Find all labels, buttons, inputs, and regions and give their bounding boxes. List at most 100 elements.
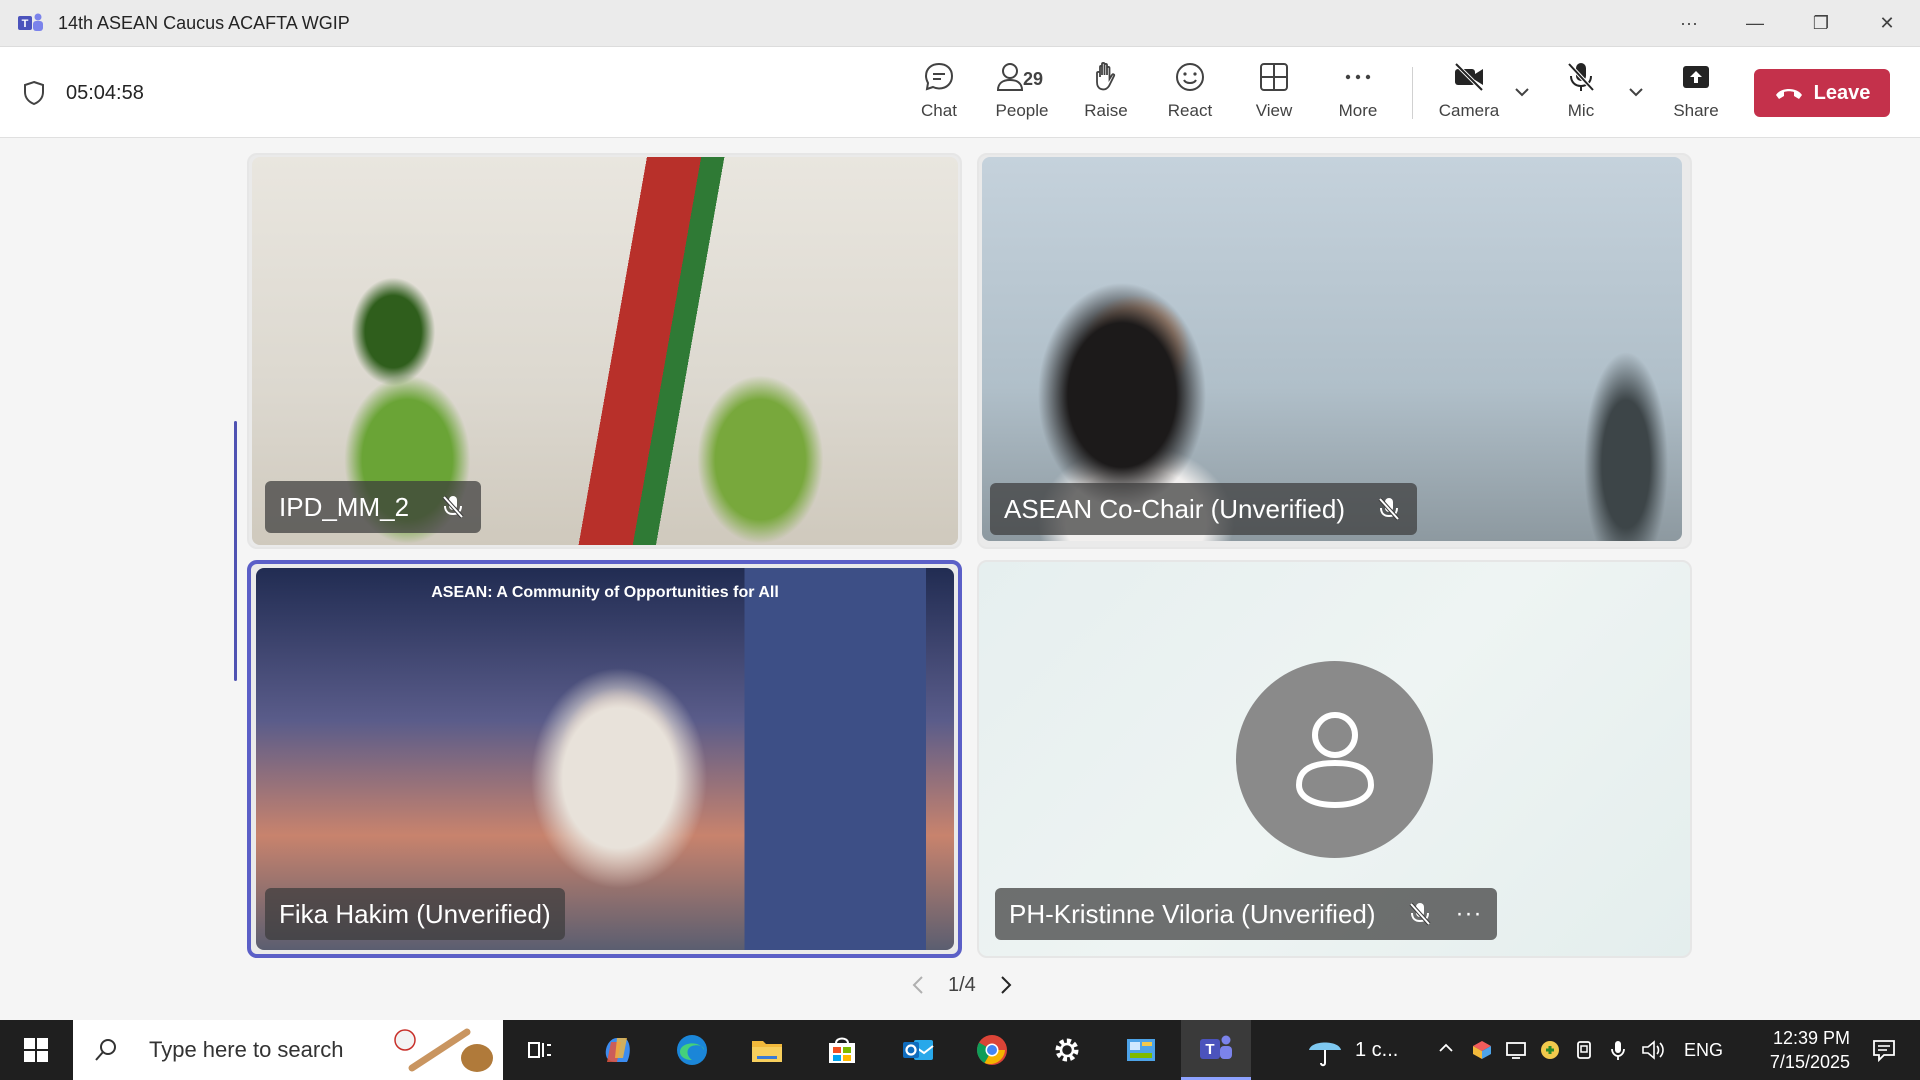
- more-label: More: [1338, 101, 1378, 120]
- mic-off-icon: [1409, 902, 1431, 926]
- mic-label: Mic: [1567, 101, 1595, 120]
- previous-page-chevron-left-icon[interactable]: [906, 972, 932, 998]
- participant-name: Fika Hakim (Unverified): [279, 898, 551, 929]
- leave-label: Leave: [1813, 81, 1871, 104]
- microsoft-store-app[interactable]: [820, 1028, 864, 1072]
- volume-icon[interactable]: [1640, 1038, 1666, 1062]
- system-tray: ENG: [1436, 1020, 1723, 1080]
- share-button[interactable]: Share: [1673, 59, 1719, 129]
- device-tray-icon[interactable]: [1572, 1038, 1596, 1062]
- camera-button[interactable]: Camera: [1438, 59, 1500, 129]
- windows-logo-icon: [24, 1038, 48, 1062]
- share-label: Share: [1673, 101, 1719, 120]
- video-stage: IPD_MM_2 ASEAN Co-Chair (Unverified) ASE…: [0, 139, 1920, 1019]
- participant-name-chip: IPD_MM_2: [265, 481, 482, 533]
- mic-off-icon: [1378, 497, 1400, 521]
- taskbar-search-box[interactable]: Type here to search: [73, 1020, 503, 1080]
- notifications-button[interactable]: [1854, 1020, 1914, 1080]
- more-options-button[interactable]: ···: [1656, 0, 1722, 47]
- windows-taskbar: Type here to search T 1 c... ENG 12:39 P…: [0, 1020, 1920, 1080]
- raise-hand-icon: [1096, 61, 1116, 91]
- mic-options-chevron-down-icon[interactable]: [1626, 82, 1646, 102]
- clock-time: 12:39 PM: [1772, 1028, 1850, 1048]
- edge-browser-app[interactable]: [670, 1028, 714, 1072]
- display-tray-icon[interactable]: [1504, 1038, 1528, 1062]
- title-bar: T 14th ASEAN Caucus ACAFTA WGIP ··· — ❐ …: [0, 0, 1920, 47]
- mic-off-icon: [442, 495, 464, 519]
- mic-button[interactable]: Mic: [1563, 59, 1599, 129]
- svg-text:T: T: [1205, 1041, 1214, 1058]
- grid-view-icon: [1260, 63, 1288, 91]
- participant-name: IPD_MM_2: [279, 491, 410, 522]
- search-placeholder: Type here to search: [149, 1037, 344, 1062]
- teams-app[interactable]: T: [1181, 1020, 1251, 1080]
- teams-icon: T: [1200, 1035, 1232, 1059]
- view-button[interactable]: View: [1254, 59, 1294, 129]
- clock-date: 7/15/2025: [1769, 1052, 1850, 1072]
- edge-icon: [677, 1035, 707, 1065]
- weather-text: 1 c...: [1355, 1038, 1399, 1061]
- teams-logo-icon: T: [18, 13, 43, 31]
- hang-up-icon: [1775, 89, 1802, 99]
- security-tray-icon[interactable]: [1538, 1038, 1562, 1062]
- file-explorer-app[interactable]: [745, 1028, 789, 1072]
- input-language[interactable]: ENG: [1684, 1040, 1723, 1061]
- participant-name: PH-Kristinne Viloria (Unverified): [1009, 898, 1376, 929]
- ellipsis-icon: [1345, 74, 1371, 80]
- stage-indicator: [234, 421, 237, 681]
- svg-text:T: T: [22, 18, 29, 30]
- taskbar-clock[interactable]: 12:39 PM 7/15/2025: [1730, 1026, 1850, 1074]
- microphone-tray-icon[interactable]: [1606, 1038, 1630, 1062]
- more-button[interactable]: More: [1336, 59, 1380, 129]
- gallery-pager: 1/4: [906, 972, 1018, 998]
- participant-name-chip: Fika Hakim (Unverified): [265, 888, 565, 940]
- share-screen-icon: [1683, 66, 1709, 88]
- close-button[interactable]: ✕: [1854, 0, 1920, 47]
- camera-options-chevron-down-icon[interactable]: [1512, 82, 1532, 102]
- shield-icon: [24, 80, 44, 106]
- task-view-icon: [528, 1042, 551, 1058]
- control-panel-app[interactable]: [1119, 1028, 1163, 1072]
- meeting-toolbar: 05:04:58 Chat 29 People Raise React View…: [0, 47, 1920, 138]
- camera-label: Camera: [1438, 101, 1500, 120]
- window-title: 14th ASEAN Caucus ACAFTA WGIP: [58, 12, 350, 33]
- chrome-icon: [976, 1035, 1007, 1065]
- participant-more-options-button[interactable]: ···: [1456, 900, 1483, 928]
- settings-app[interactable]: [1045, 1028, 1089, 1072]
- search-icon: [95, 1039, 116, 1061]
- person-icon: [1295, 711, 1374, 808]
- next-page-chevron-right-icon[interactable]: [992, 972, 1018, 998]
- raise-label: Raise: [1084, 101, 1128, 120]
- chat-button[interactable]: Chat: [919, 59, 959, 129]
- view-label: View: [1255, 101, 1293, 120]
- smiley-icon: [1176, 63, 1204, 91]
- mic-off-icon: [1567, 62, 1595, 92]
- participant-name-chip: PH-Kristinne Viloria (Unverified) ···: [995, 888, 1497, 940]
- virtual-background-banner: ASEAN: A Community of Opportunities for …: [431, 584, 779, 601]
- toolbar-divider: [1412, 67, 1413, 119]
- chat-label: Chat: [921, 101, 957, 120]
- umbrella-icon: [1309, 1042, 1341, 1067]
- weather-widget[interactable]: 1 c...: [1305, 1020, 1398, 1080]
- meeting-timer: 05:04:58: [66, 82, 144, 104]
- react-button[interactable]: React: [1167, 59, 1213, 129]
- participant-name-chip: ASEAN Co-Chair (Unverified): [990, 483, 1417, 535]
- people-button[interactable]: 29 People: [993, 59, 1051, 129]
- outlook-app[interactable]: [896, 1028, 940, 1072]
- minimize-button[interactable]: —: [1722, 0, 1788, 47]
- page-indicator: 1/4: [948, 973, 976, 996]
- task-view-button[interactable]: [518, 1028, 562, 1072]
- raise-hand-button[interactable]: Raise: [1084, 59, 1128, 129]
- cube-app-tray-icon[interactable]: [1470, 1038, 1494, 1062]
- chrome-browser-app[interactable]: [970, 1028, 1014, 1072]
- folder-icon: [752, 1041, 782, 1062]
- leave-button[interactable]: Leave: [1754, 69, 1890, 117]
- copilot-app[interactable]: [595, 1028, 639, 1072]
- avatar: [1236, 661, 1433, 858]
- copilot-icon: [605, 1038, 630, 1062]
- chat-icon: [924, 62, 954, 91]
- start-button[interactable]: [0, 1020, 72, 1080]
- restore-button[interactable]: ❐: [1788, 0, 1854, 47]
- show-hidden-icons-chevron-up-icon[interactable]: [1436, 1039, 1456, 1062]
- participant-name: ASEAN Co-Chair (Unverified): [1004, 493, 1345, 524]
